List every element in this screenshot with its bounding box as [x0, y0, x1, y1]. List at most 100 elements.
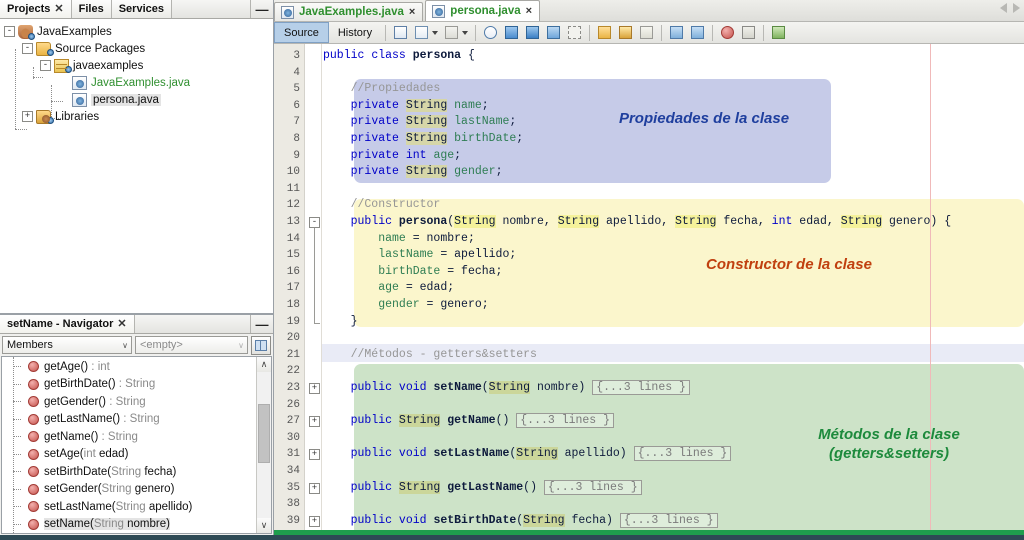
window-tab-services[interactable]: Services: [112, 0, 172, 18]
right-arrow-icon[interactable]: [1013, 3, 1020, 13]
toolbar-separator: [763, 25, 764, 41]
editor-tab-persona[interactable]: persona.java ×: [425, 0, 540, 21]
fold-expand-icon[interactable]: +: [309, 483, 320, 494]
code-line[interactable]: public persona(String nombre, String ape…: [323, 214, 951, 231]
collapse-toggle-icon[interactable]: -: [22, 43, 33, 54]
project-tree[interactable]: -JavaExamples-Source Packages-javaexampl…: [0, 19, 273, 314]
code-line[interactable]: //Constructor: [323, 197, 440, 214]
previous-bookmark-icon[interactable]: [503, 24, 520, 41]
inspect-members-icon[interactable]: [770, 24, 787, 41]
scrollbar-track[interactable]: [257, 372, 271, 518]
navigator-view-toggle-button[interactable]: [251, 336, 271, 355]
navigator-member-row[interactable]: setAge(int edad): [2, 446, 256, 464]
code-line[interactable]: lastName = apellido;: [323, 247, 516, 264]
stop-macro-icon[interactable]: [740, 24, 757, 41]
code-line[interactable]: public String getLastName() {...3 lines …: [323, 480, 642, 497]
line-number: 11: [287, 181, 300, 198]
tree-node-javaexamples[interactable]: -JavaExamples: [0, 23, 273, 40]
navigator-member-row[interactable]: setGender(String genero): [2, 481, 256, 499]
toggle-bookmark-icon[interactable]: [545, 24, 562, 41]
refactor-icon[interactable]: [392, 24, 409, 41]
code-line[interactable]: public void setBirthDate(String fecha) {…: [323, 513, 718, 530]
code-line[interactable]: public String getName() {...3 lines }: [323, 413, 614, 430]
navigator-member-row[interactable]: getGender() : String: [2, 393, 256, 411]
tree-node-javaexamples-java[interactable]: JavaExamples.java: [0, 74, 273, 91]
code-fold-column[interactable]: - + + + + +: [306, 44, 322, 535]
navigator-tab[interactable]: setName - Navigator ✕: [0, 315, 135, 333]
fold-expand-icon[interactable]: +: [309, 416, 320, 427]
code-line[interactable]: gender = genero;: [323, 297, 489, 314]
code-line[interactable]: private String lastName;: [323, 114, 516, 131]
code-line[interactable]: private int age;: [323, 148, 461, 165]
line-number: 34: [287, 463, 300, 480]
code-line[interactable]: //Propiedades: [323, 81, 440, 98]
expand-toggle-icon[interactable]: +: [22, 111, 33, 122]
navigator-member-row[interactable]: getName() : String: [2, 428, 256, 446]
find-selection-icon[interactable]: [482, 24, 499, 41]
navigator-scrollbar[interactable]: ∧ ∨: [256, 357, 271, 533]
next-error-icon[interactable]: [617, 24, 634, 41]
code-line[interactable]: private String name;: [323, 98, 489, 115]
fold-expand-icon[interactable]: +: [309, 516, 320, 527]
previous-error-icon[interactable]: [596, 24, 613, 41]
navigator-member-row[interactable]: setBirthDate(String fecha): [2, 463, 256, 481]
code-token: private: [351, 165, 406, 178]
navigator-member-row[interactable]: getLastName() : String: [2, 411, 256, 429]
shift-right-icon[interactable]: [689, 24, 706, 41]
scroll-down-icon[interactable]: ∨: [257, 518, 271, 533]
navigator-member-row[interactable]: getAge() : int: [2, 358, 256, 376]
code-line[interactable]: birthDate = fecha;: [323, 264, 502, 281]
tab-source[interactable]: Source: [274, 22, 329, 43]
code-editor-area[interactable]: 3456789101112131415161718192021222326273…: [274, 44, 1024, 535]
collapse-toggle-icon[interactable]: -: [4, 26, 15, 37]
inspect-icon[interactable]: [413, 24, 430, 41]
code-line[interactable]: private String gender;: [323, 164, 502, 181]
left-arrow-icon[interactable]: [1000, 3, 1007, 13]
navigator-scope-select[interactable]: <empty> ∨: [135, 336, 248, 354]
tree-node-persona-java[interactable]: persona.java: [0, 91, 273, 108]
next-bookmark-icon[interactable]: [524, 24, 541, 41]
code-line[interactable]: age = edad;: [323, 280, 454, 297]
code-line[interactable]: }: [323, 314, 358, 331]
dropdown-caret-icon[interactable]: [462, 31, 468, 35]
tree-node-libraries[interactable]: +Libraries: [0, 108, 273, 125]
navigator-member-row[interactable]: setName(String nombre): [2, 516, 256, 534]
last-edit-icon[interactable]: [638, 24, 655, 41]
code-line[interactable]: //Métodos - getters&setters: [323, 347, 537, 364]
navigator-filter-select[interactable]: Members ∨: [2, 336, 132, 354]
window-tab-projects[interactable]: Projects ✕: [0, 0, 72, 18]
code-line[interactable]: public class persona {: [323, 48, 475, 65]
editor-tab-javaexamples[interactable]: JavaExamples.java ×: [274, 2, 423, 21]
minimize-window-button[interactable]: —: [251, 0, 273, 18]
code-line[interactable]: public void setLastName(String apellido)…: [323, 446, 731, 463]
navigator-member-list[interactable]: getAge() : intgetBirthDate() : Stringget…: [1, 356, 272, 534]
shift-left-icon[interactable]: [668, 24, 685, 41]
code-token: String: [406, 132, 447, 145]
scroll-up-icon[interactable]: ∧: [257, 357, 271, 372]
code-line[interactable]: private String birthDate;: [323, 131, 523, 148]
badge-icon: [65, 66, 72, 73]
collapse-toggle-icon[interactable]: -: [40, 60, 51, 71]
tab-history[interactable]: History: [329, 22, 381, 43]
toggle-rect-selection-icon[interactable]: [566, 24, 583, 41]
minimize-navigator-button[interactable]: —: [251, 315, 273, 333]
close-icon[interactable]: ✕: [54, 4, 63, 15]
dropdown-caret-icon[interactable]: [432, 31, 438, 35]
tree-node-source-packages[interactable]: - Source Packages: [0, 40, 273, 57]
window-tab-files[interactable]: Files: [72, 0, 112, 18]
close-icon[interactable]: ×: [409, 6, 415, 18]
navigator-member-row[interactable]: setLastName(String apellido): [2, 498, 256, 516]
fold-collapse-icon[interactable]: -: [309, 217, 320, 228]
code-line[interactable]: name = nombre;: [323, 231, 475, 248]
scrollbar-thumb[interactable]: [258, 404, 270, 462]
close-icon[interactable]: ×: [526, 5, 532, 17]
fold-expand-icon[interactable]: +: [309, 383, 320, 394]
tree-node-javaexamples[interactable]: -javaexamples: [0, 57, 273, 74]
code-line[interactable]: public void setName(String nombre) {...3…: [323, 380, 690, 397]
navigator-member-row[interactable]: getBirthDate() : String: [2, 376, 256, 394]
tree-node-label: Source Packages: [55, 43, 145, 55]
close-icon[interactable]: ✕: [117, 319, 126, 330]
fold-expand-icon[interactable]: +: [309, 449, 320, 460]
start-macro-icon[interactable]: [719, 24, 736, 41]
comment-icon[interactable]: [443, 24, 460, 41]
